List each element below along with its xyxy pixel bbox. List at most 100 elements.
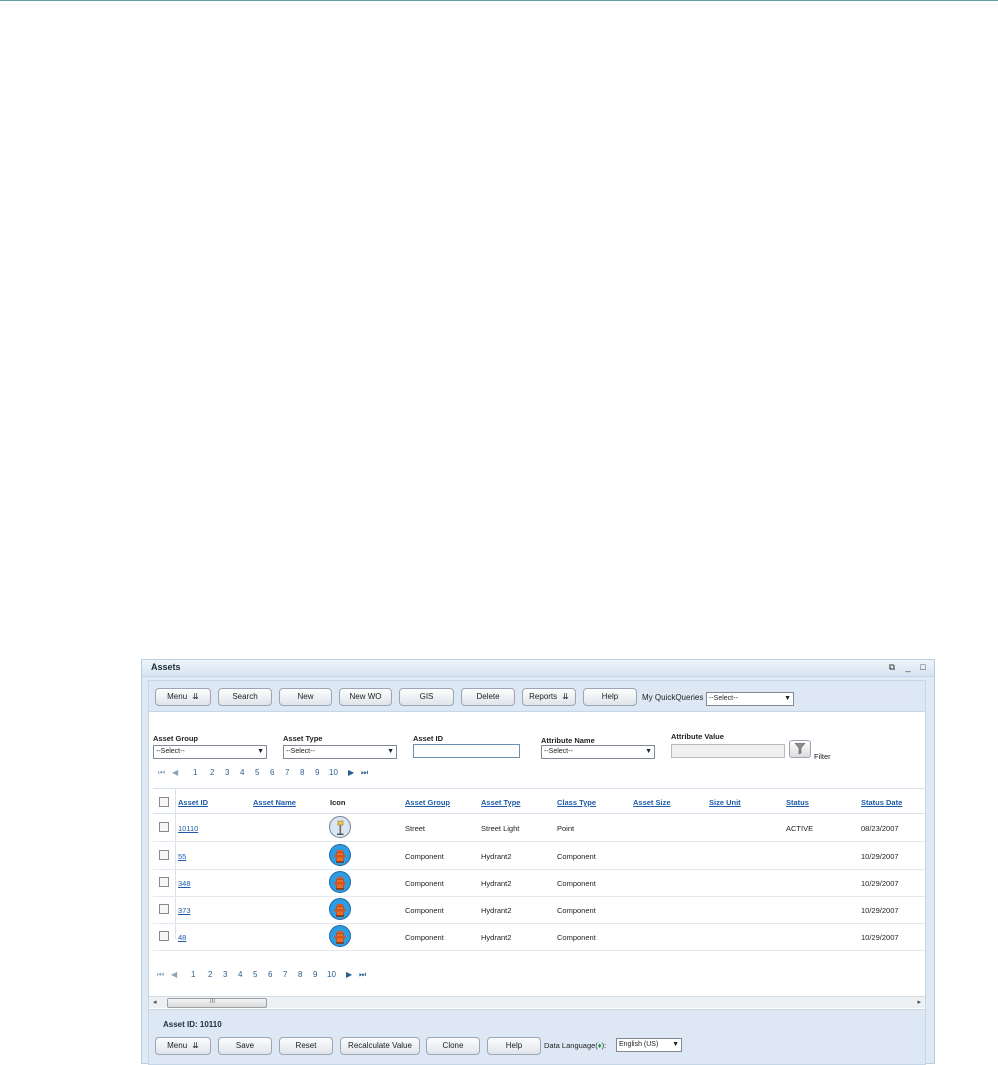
col-asset-id[interactable]: Asset ID: [178, 798, 208, 807]
asset-id-input[interactable]: [413, 744, 520, 758]
col-size-unit[interactable]: Size Unit: [709, 798, 741, 807]
page-link[interactable]: 1: [193, 768, 197, 777]
asset-type-select[interactable]: --Select-- ▼: [283, 745, 397, 759]
col-asset-group[interactable]: Asset Group: [405, 798, 450, 807]
col-class-type[interactable]: Class Type: [557, 798, 596, 807]
restore-icon[interactable]: ⧉: [887, 662, 897, 672]
row-checkbox[interactable]: [159, 931, 169, 941]
row-checkbox[interactable]: [159, 904, 169, 914]
col-status[interactable]: Status: [786, 798, 809, 807]
row-checkbox[interactable]: [159, 850, 169, 860]
scroll-right-icon[interactable]: ▸: [917, 998, 921, 1006]
prev-page-icon[interactable]: ◀: [171, 970, 177, 979]
next-page-icon[interactable]: ▶: [346, 970, 352, 979]
first-page-icon[interactable]: ⏮: [157, 970, 164, 980]
page-link[interactable]: 3: [225, 768, 229, 777]
recalculate-value-button[interactable]: Recalculate Value: [340, 1037, 420, 1055]
attribute-value-label: Attribute Value: [671, 732, 724, 741]
page-link[interactable]: 8: [298, 970, 302, 979]
scrollbar-thumb[interactable]: III: [167, 998, 267, 1008]
data-language-select[interactable]: English (US) ▼: [616, 1038, 682, 1052]
page-link[interactable]: 1: [191, 970, 195, 979]
asset-id-link[interactable]: 55: [178, 852, 186, 861]
page-link[interactable]: 6: [270, 768, 274, 777]
page-link[interactable]: 10: [327, 970, 336, 979]
minimize-icon[interactable]: _: [903, 662, 913, 672]
asset-id-link[interactable]: 48: [178, 933, 186, 942]
table-row[interactable]: 348 Component Hydrant2 Component 10/29/2…: [153, 869, 925, 897]
clone-button[interactable]: Clone: [426, 1037, 480, 1055]
table-row[interactable]: 48 Component Hydrant2 Component 10/29/20…: [153, 923, 925, 951]
asset-id-link[interactable]: 10110: [178, 824, 198, 833]
asset-group-cell: Component: [405, 933, 444, 942]
page-link[interactable]: 5: [253, 970, 257, 979]
asset-type-cell: Street Light: [481, 824, 520, 833]
attribute-value-input[interactable]: [671, 744, 785, 758]
page-link[interactable]: 7: [283, 970, 287, 979]
prev-page-icon[interactable]: ◀: [172, 768, 178, 777]
page-link[interactable]: 8: [300, 768, 304, 777]
next-page-icon[interactable]: ▶: [348, 768, 354, 777]
portlet-title: Assets: [151, 662, 181, 672]
asset-id-link[interactable]: 373: [178, 906, 191, 915]
last-page-icon[interactable]: ⏭: [361, 768, 368, 778]
data-language-text: Data Language(: [544, 1041, 598, 1050]
pager-bottom: ⏮ ◀ 1 2 3 4 5 6 7 8 9 10 ▶ ⏭: [157, 970, 387, 982]
table-row[interactable]: 373 Component Hydrant2 Component 10/29/2…: [153, 896, 925, 924]
assets-grid: Asset ID Asset Name Icon Asset Group Ass…: [153, 788, 925, 979]
grip-icon: III: [210, 999, 216, 1005]
table-row[interactable]: 10110 Street Street Light Point ACTIVE 0…: [153, 814, 925, 842]
attribute-name-select[interactable]: --Select-- ▼: [541, 745, 655, 759]
row-checkbox[interactable]: [159, 822, 169, 832]
select-all-checkbox[interactable]: [159, 797, 169, 807]
col-status-date[interactable]: Status Date: [861, 798, 902, 807]
gis-button[interactable]: GIS: [399, 688, 454, 706]
footer-menu-button[interactable]: Menu ⇊: [155, 1037, 211, 1055]
page-link[interactable]: 4: [240, 768, 244, 777]
street-light-icon: [329, 816, 351, 838]
page-link[interactable]: 9: [315, 768, 319, 777]
new-wo-button[interactable]: New WO: [339, 688, 392, 706]
quickqueries-label: My QuickQueries: [642, 693, 704, 702]
col-asset-name[interactable]: Asset Name: [253, 798, 296, 807]
hydrant-icon: [329, 925, 351, 947]
assets-portlet: Assets ⧉ _ □ Menu ⇊ Search New New WO GIS…: [141, 659, 935, 1065]
asset-group-select[interactable]: --Select-- ▼: [153, 745, 267, 759]
page-link[interactable]: 2: [210, 768, 214, 777]
page-link[interactable]: 5: [255, 768, 259, 777]
horizontal-scrollbar[interactable]: ◂ III ▸: [149, 996, 925, 1008]
asset-type-label: Asset Type: [283, 734, 323, 743]
menu-button[interactable]: Menu ⇊: [155, 688, 211, 706]
page-link[interactable]: 10: [329, 768, 338, 777]
asset-id-link[interactable]: 348: [178, 879, 191, 888]
scroll-left-icon[interactable]: ◂: [153, 998, 157, 1006]
new-button[interactable]: New: [279, 688, 332, 706]
col-asset-type[interactable]: Asset Type: [481, 798, 520, 807]
quickqueries-select[interactable]: --Select-- ▼: [706, 692, 794, 706]
page-link[interactable]: 9: [313, 970, 317, 979]
table-row[interactable]: 55 Component Hydrant2 Component 10/29/20…: [153, 842, 925, 870]
footer-help-button[interactable]: Help: [487, 1037, 541, 1055]
row-checkbox[interactable]: [159, 877, 169, 887]
reports-button[interactable]: Reports ⇊: [522, 688, 576, 706]
menu-dropdown-icon: ⇊: [192, 692, 199, 701]
help-button[interactable]: Help: [583, 688, 637, 706]
save-button[interactable]: Save: [218, 1037, 272, 1055]
maximize-icon[interactable]: □: [918, 662, 928, 672]
page-link[interactable]: 7: [285, 768, 289, 777]
col-asset-size[interactable]: Asset Size: [633, 798, 671, 807]
footer-menu-label: Menu: [167, 1041, 188, 1050]
search-button[interactable]: Search: [218, 688, 272, 706]
page-link[interactable]: 6: [268, 970, 272, 979]
first-page-icon[interactable]: ⏮: [158, 768, 165, 778]
reset-button[interactable]: Reset: [279, 1037, 333, 1055]
page-link[interactable]: 4: [238, 970, 242, 979]
asset-id-label: Asset ID: [413, 734, 444, 743]
detail-footer: Asset ID: 10110 Menu ⇊ Save Reset Recalcu…: [149, 1009, 925, 1064]
delete-button[interactable]: Delete: [461, 688, 515, 706]
filter-button[interactable]: [789, 740, 811, 758]
data-language-suffix: ):: [601, 1041, 607, 1050]
last-page-icon[interactable]: ⏭: [359, 970, 366, 980]
page-link[interactable]: 3: [223, 970, 227, 979]
page-link[interactable]: 2: [208, 970, 212, 979]
